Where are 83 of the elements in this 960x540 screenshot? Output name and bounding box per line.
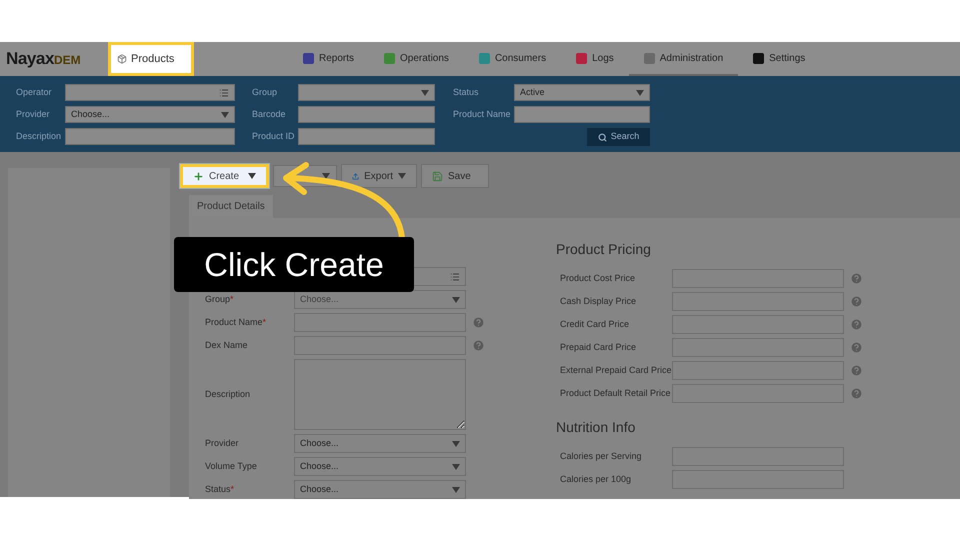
field-label: Product Cost Price [560, 272, 636, 285]
export-button[interactable]: Export [341, 164, 417, 188]
plus-icon [193, 170, 204, 182]
filter-label: Description [16, 130, 62, 143]
input-field[interactable] [298, 128, 435, 145]
caret-icon [322, 173, 330, 179]
search-button[interactable]: Search [587, 128, 650, 146]
nav-tab[interactable]: Consumers [464, 42, 562, 76]
help-icon[interactable] [472, 316, 484, 329]
field-label: Cash Display Price [560, 294, 638, 308]
caret-icon [452, 440, 460, 446]
dropdown-field[interactable] [298, 84, 435, 101]
input-field[interactable] [298, 106, 435, 123]
dropdown-value: Choose... [300, 482, 339, 496]
field-label: Status* [205, 484, 234, 494]
upload-icon [352, 170, 360, 182]
tab[interactable]: Product Details [189, 195, 273, 218]
filter-label: Operator [16, 86, 53, 99]
nav-tab[interactable]: Operations [369, 42, 464, 76]
create-button[interactable]: Create [180, 164, 269, 188]
caret-icon [421, 90, 429, 96]
field-label: Dex Name [205, 340, 248, 350]
box-icon [117, 54, 127, 64]
dropdown-value: Choose... [300, 436, 339, 450]
list-icon [450, 272, 460, 282]
filter-label: Group [252, 86, 278, 99]
dropdown-field[interactable]: Choose... [294, 480, 466, 499]
logo: Nayax [6, 48, 54, 70]
save-icon [432, 170, 443, 182]
dropdown-value: Active [520, 86, 545, 99]
input-field[interactable] [514, 106, 650, 123]
search-icon [598, 132, 607, 142]
help-icon[interactable] [472, 339, 484, 352]
help-icon[interactable] [850, 387, 862, 400]
caret-icon [398, 173, 406, 179]
nav-tab[interactable]: Logs [561, 42, 629, 76]
help-icon[interactable] [850, 272, 862, 285]
dropdown-field[interactable]: Active [514, 84, 650, 101]
field-label: Group* [205, 294, 234, 304]
field-label: Calories per Serving [560, 450, 643, 463]
field-label: Prepaid Card Price [560, 340, 638, 354]
caret-icon [248, 173, 256, 179]
dropdown-field[interactable]: Choose... [294, 290, 466, 309]
field-label: Calories per 100g [560, 472, 632, 486]
field-label: Description [205, 388, 250, 399]
field-label: Product Name* [205, 316, 266, 327]
dropdown-field[interactable]: Choose... [294, 457, 466, 476]
caret-icon [452, 464, 460, 470]
caret-icon [452, 486, 460, 492]
field-label: Credit Card Price [560, 318, 630, 331]
textarea-field[interactable] [294, 359, 466, 430]
help-icon[interactable] [850, 295, 862, 308]
section-heading: Product Pricing [556, 240, 652, 259]
save-button[interactable]: Save [421, 164, 489, 188]
nav-tab[interactable]: Settings [738, 42, 820, 76]
list-icon [219, 88, 229, 98]
caret-icon [221, 112, 229, 118]
dropdown-value: Choose... [300, 460, 339, 473]
caret-icon [636, 90, 644, 96]
help-icon[interactable] [850, 364, 862, 377]
field-label: Volume Type [205, 460, 257, 471]
dropdown-value: Choose... [71, 108, 110, 121]
section-heading: Nutrition Info [556, 418, 636, 437]
filter-label: Status [453, 86, 480, 99]
operator-field[interactable] [65, 84, 235, 101]
caret-icon [452, 296, 460, 302]
help-icon[interactable] [850, 318, 862, 331]
field-label: Provider [205, 438, 239, 448]
instruction-tooltip: Click Create [174, 237, 414, 292]
input-field[interactable] [65, 128, 235, 145]
filter-label: Product Name [453, 108, 512, 121]
filter-label: Barcode [252, 108, 287, 121]
nav-tab[interactable]: Reports [288, 42, 370, 76]
field-label: External Prepaid Card Price [560, 364, 672, 377]
field-label: Product Default Retail Price [560, 386, 672, 400]
help-icon[interactable] [850, 341, 862, 354]
dropdown-field[interactable]: Choose... [65, 106, 235, 123]
filter-label: Provider [16, 108, 51, 121]
current-page[interactable]: Products [108, 42, 194, 76]
logo-suffix: DEM [54, 53, 81, 70]
dropdown-field[interactable]: Choose... [294, 434, 466, 453]
filter-label: Product ID [252, 130, 296, 143]
dropdown-placeholder: Choose... [300, 292, 339, 306]
